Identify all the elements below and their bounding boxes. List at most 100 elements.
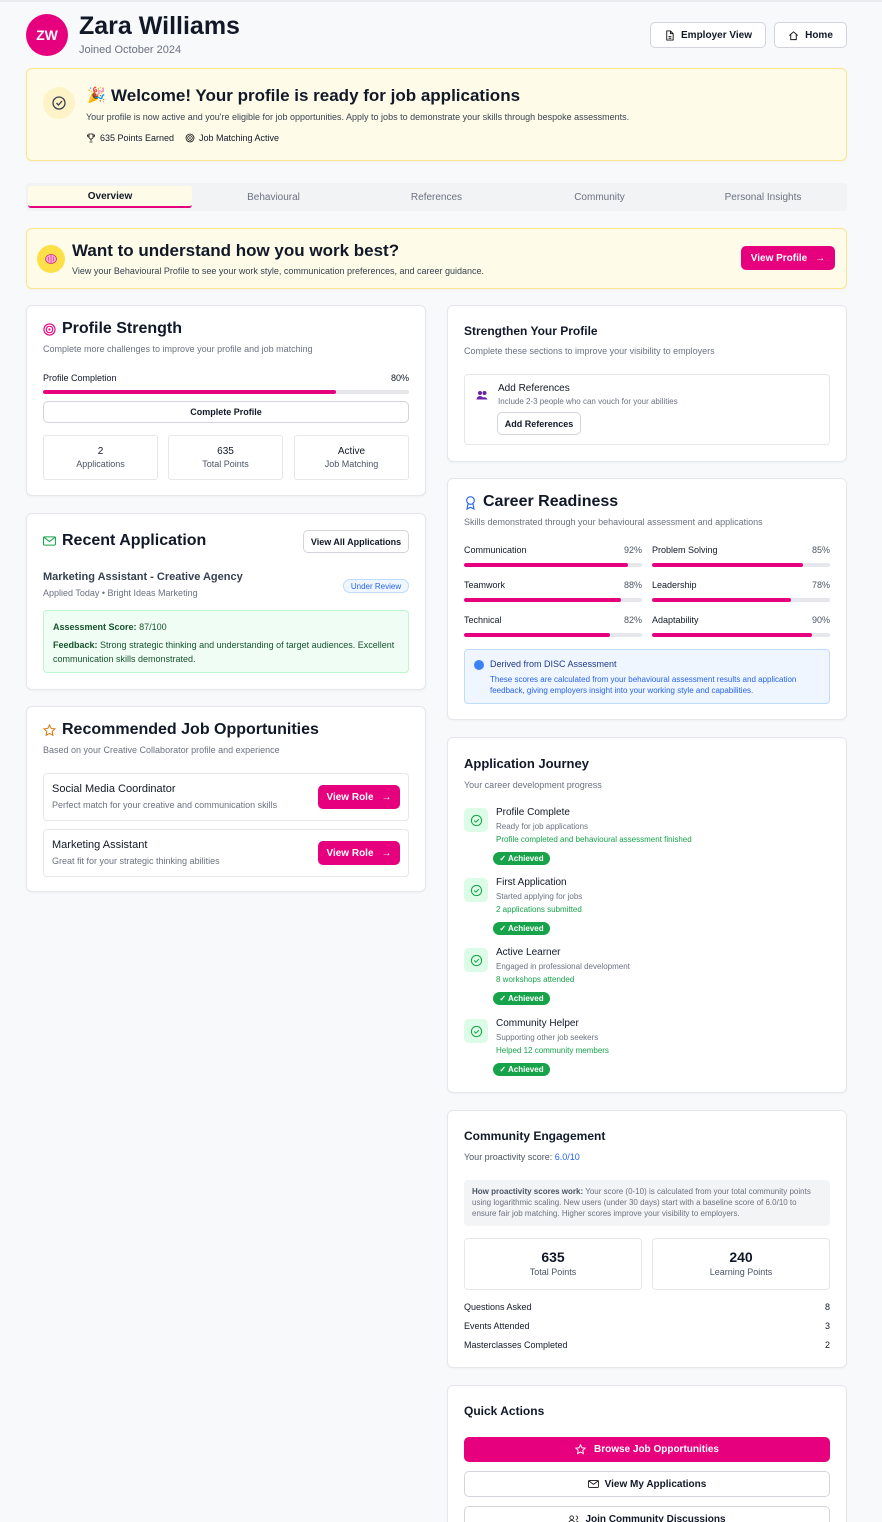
mail-icon [43, 536, 56, 546]
info-dot-icon [474, 660, 484, 670]
tab-overview[interactable]: Overview [28, 186, 192, 208]
proactivity-score: Your proactivity score: 6.0/10 [464, 1152, 580, 1162]
skill-problem-solving: Problem Solving 85% [652, 545, 830, 569]
journey-step: Community Helper Supporting other job se… [464, 1017, 830, 1079]
journey-step: First Application Started applying for j… [464, 876, 830, 938]
skill-technical: Technical 82% [464, 615, 642, 639]
award-icon [466, 496, 475, 510]
document-icon [666, 29, 674, 41]
top-divider [0, 0, 882, 2]
skill-value: 92% [623, 545, 642, 555]
target-icon [185, 133, 195, 143]
skill-bar [464, 563, 642, 567]
step-note: Helped 12 community members [496, 1046, 609, 1055]
welcome-title: Welcome! Your profile is ready for job a… [111, 86, 521, 105]
view-profile-button[interactable]: View Profile → [741, 246, 835, 270]
view-role-button[interactable]: View Role → [318, 841, 400, 865]
row-value: 8 [824, 1302, 830, 1312]
completion-bar [43, 390, 409, 394]
disc-info-box: Derived from DISC Assessment These score… [464, 649, 830, 704]
stat-total-points: 635 Total Points [168, 435, 283, 480]
joined-date: Joined October 2024 [79, 44, 182, 56]
step-title: Profile Complete [496, 807, 570, 818]
check-circle-icon [464, 808, 488, 832]
proactivity-info-box: How proactivity scores work: Your score … [464, 1180, 830, 1226]
employer-view-button[interactable]: Employer View [650, 22, 766, 48]
stat-value: 2 [97, 446, 104, 457]
application-job-title: Marketing Assistant - Creative Agency [43, 571, 243, 583]
stat-row: Masterclasses Completed 2 [464, 1340, 830, 1350]
assessment-feedback-box: Assessment Score: 87/100 Feedback: Stron… [43, 610, 409, 673]
view-role-label: View Role [326, 791, 374, 803]
tab-behavioural[interactable]: Behavioural [192, 186, 355, 208]
join-community-button[interactable]: Join Community Discussions [464, 1506, 830, 1522]
join-community-label: Join Community Discussions [585, 1513, 726, 1522]
step-note: 2 applications submitted [496, 905, 582, 914]
step-desc: Started applying for jobs [496, 892, 583, 901]
stat-value: 635 [217, 446, 234, 457]
tab-references[interactable]: References [355, 186, 518, 208]
behaviour-banner-title: Want to understand how you work best? [72, 241, 400, 260]
application-journey-card: Application Journey Your career developm… [447, 737, 847, 1093]
arrow-right-icon: → [815, 252, 826, 264]
application-meta: Applied Today • Bright Ideas Marketing [43, 588, 198, 598]
tab-personal-insights[interactable]: Personal Insights [681, 186, 845, 208]
row-value: 2 [824, 1340, 830, 1350]
view-role-button[interactable]: View Role → [318, 785, 400, 809]
career-title: Career Readiness [483, 493, 619, 510]
job-desc: Great fit for your strategic thinking ab… [52, 856, 220, 866]
star-icon [43, 724, 56, 737]
item-title: Add References [498, 383, 570, 394]
skill-value: 78% [811, 580, 830, 590]
arrow-right-icon: → [381, 847, 392, 859]
completion-label: Profile Completion [43, 373, 117, 383]
add-references-item: Add References Include 2-3 people who ca… [464, 374, 830, 445]
complete-profile-button[interactable]: Complete Profile [43, 401, 409, 423]
check-circle-icon [464, 948, 488, 972]
tab-community[interactable]: Community [518, 186, 681, 208]
skill-name: Leadership [652, 580, 697, 590]
achieved-badge: ✓ Achieved [493, 922, 550, 935]
item-desc: Include 2-3 people who can vouch for you… [498, 397, 678, 406]
browse-jobs-button[interactable]: Browse Job Opportunities [464, 1437, 830, 1462]
trophy-icon [87, 133, 95, 143]
skill-name: Problem Solving [652, 545, 718, 555]
users-icon [568, 1514, 580, 1522]
journey-subtitle: Your career development progress [464, 780, 602, 790]
home-icon [789, 30, 799, 40]
stat-total-points: 635 Total Points [464, 1238, 642, 1290]
row-value: 3 [824, 1321, 830, 1331]
browse-jobs-label: Browse Job Opportunities [593, 1444, 719, 1455]
check-circle-icon [43, 87, 75, 119]
check-circle-icon [464, 878, 488, 902]
step-desc: Engaged in professional development [496, 962, 630, 971]
score-label: Assessment Score: [53, 622, 137, 632]
points-earned: 635 Points Earned [86, 133, 174, 143]
job-matching-label: Job Matching Active [199, 133, 280, 143]
star-icon [574, 1444, 586, 1455]
job-card: Social Media Coordinator Perfect match f… [43, 773, 409, 821]
add-references-button[interactable]: Add References [497, 412, 581, 435]
completion-value: 80% [390, 373, 409, 383]
disc-info-title: Derived from DISC Assessment [490, 659, 617, 669]
stat-value: 240 [729, 1249, 753, 1265]
achieved-badge: ✓ Achieved [493, 992, 550, 1005]
skill-value: 90% [811, 615, 830, 625]
profile-strength-title: Profile Strength [62, 320, 183, 337]
skill-communication: Communication 92% [464, 545, 642, 569]
step-title: Active Learner [496, 947, 561, 958]
mail-icon [587, 1480, 599, 1488]
home-button[interactable]: Home [774, 22, 847, 48]
recommended-jobs-card: Recommended Job Opportunities Based on y… [26, 706, 426, 892]
job-title: Social Media Coordinator [52, 783, 176, 795]
quick-actions-card: Quick Actions Browse Job Opportunities V… [447, 1385, 847, 1522]
row-label: Masterclasses Completed [464, 1340, 568, 1350]
view-my-applications-button[interactable]: View My Applications [464, 1471, 830, 1497]
skill-bar [464, 598, 642, 602]
status-badge: Under Review [343, 579, 409, 593]
feedback-text: Strong strategic thinking and understand… [53, 640, 395, 664]
welcome-banner: 🎉 Welcome! Your profile is ready for job… [26, 68, 847, 161]
view-all-applications-button[interactable]: View All Applications [303, 530, 409, 553]
quick-actions-title: Quick Actions [464, 1404, 545, 1418]
stat-value: 635 [541, 1249, 565, 1265]
